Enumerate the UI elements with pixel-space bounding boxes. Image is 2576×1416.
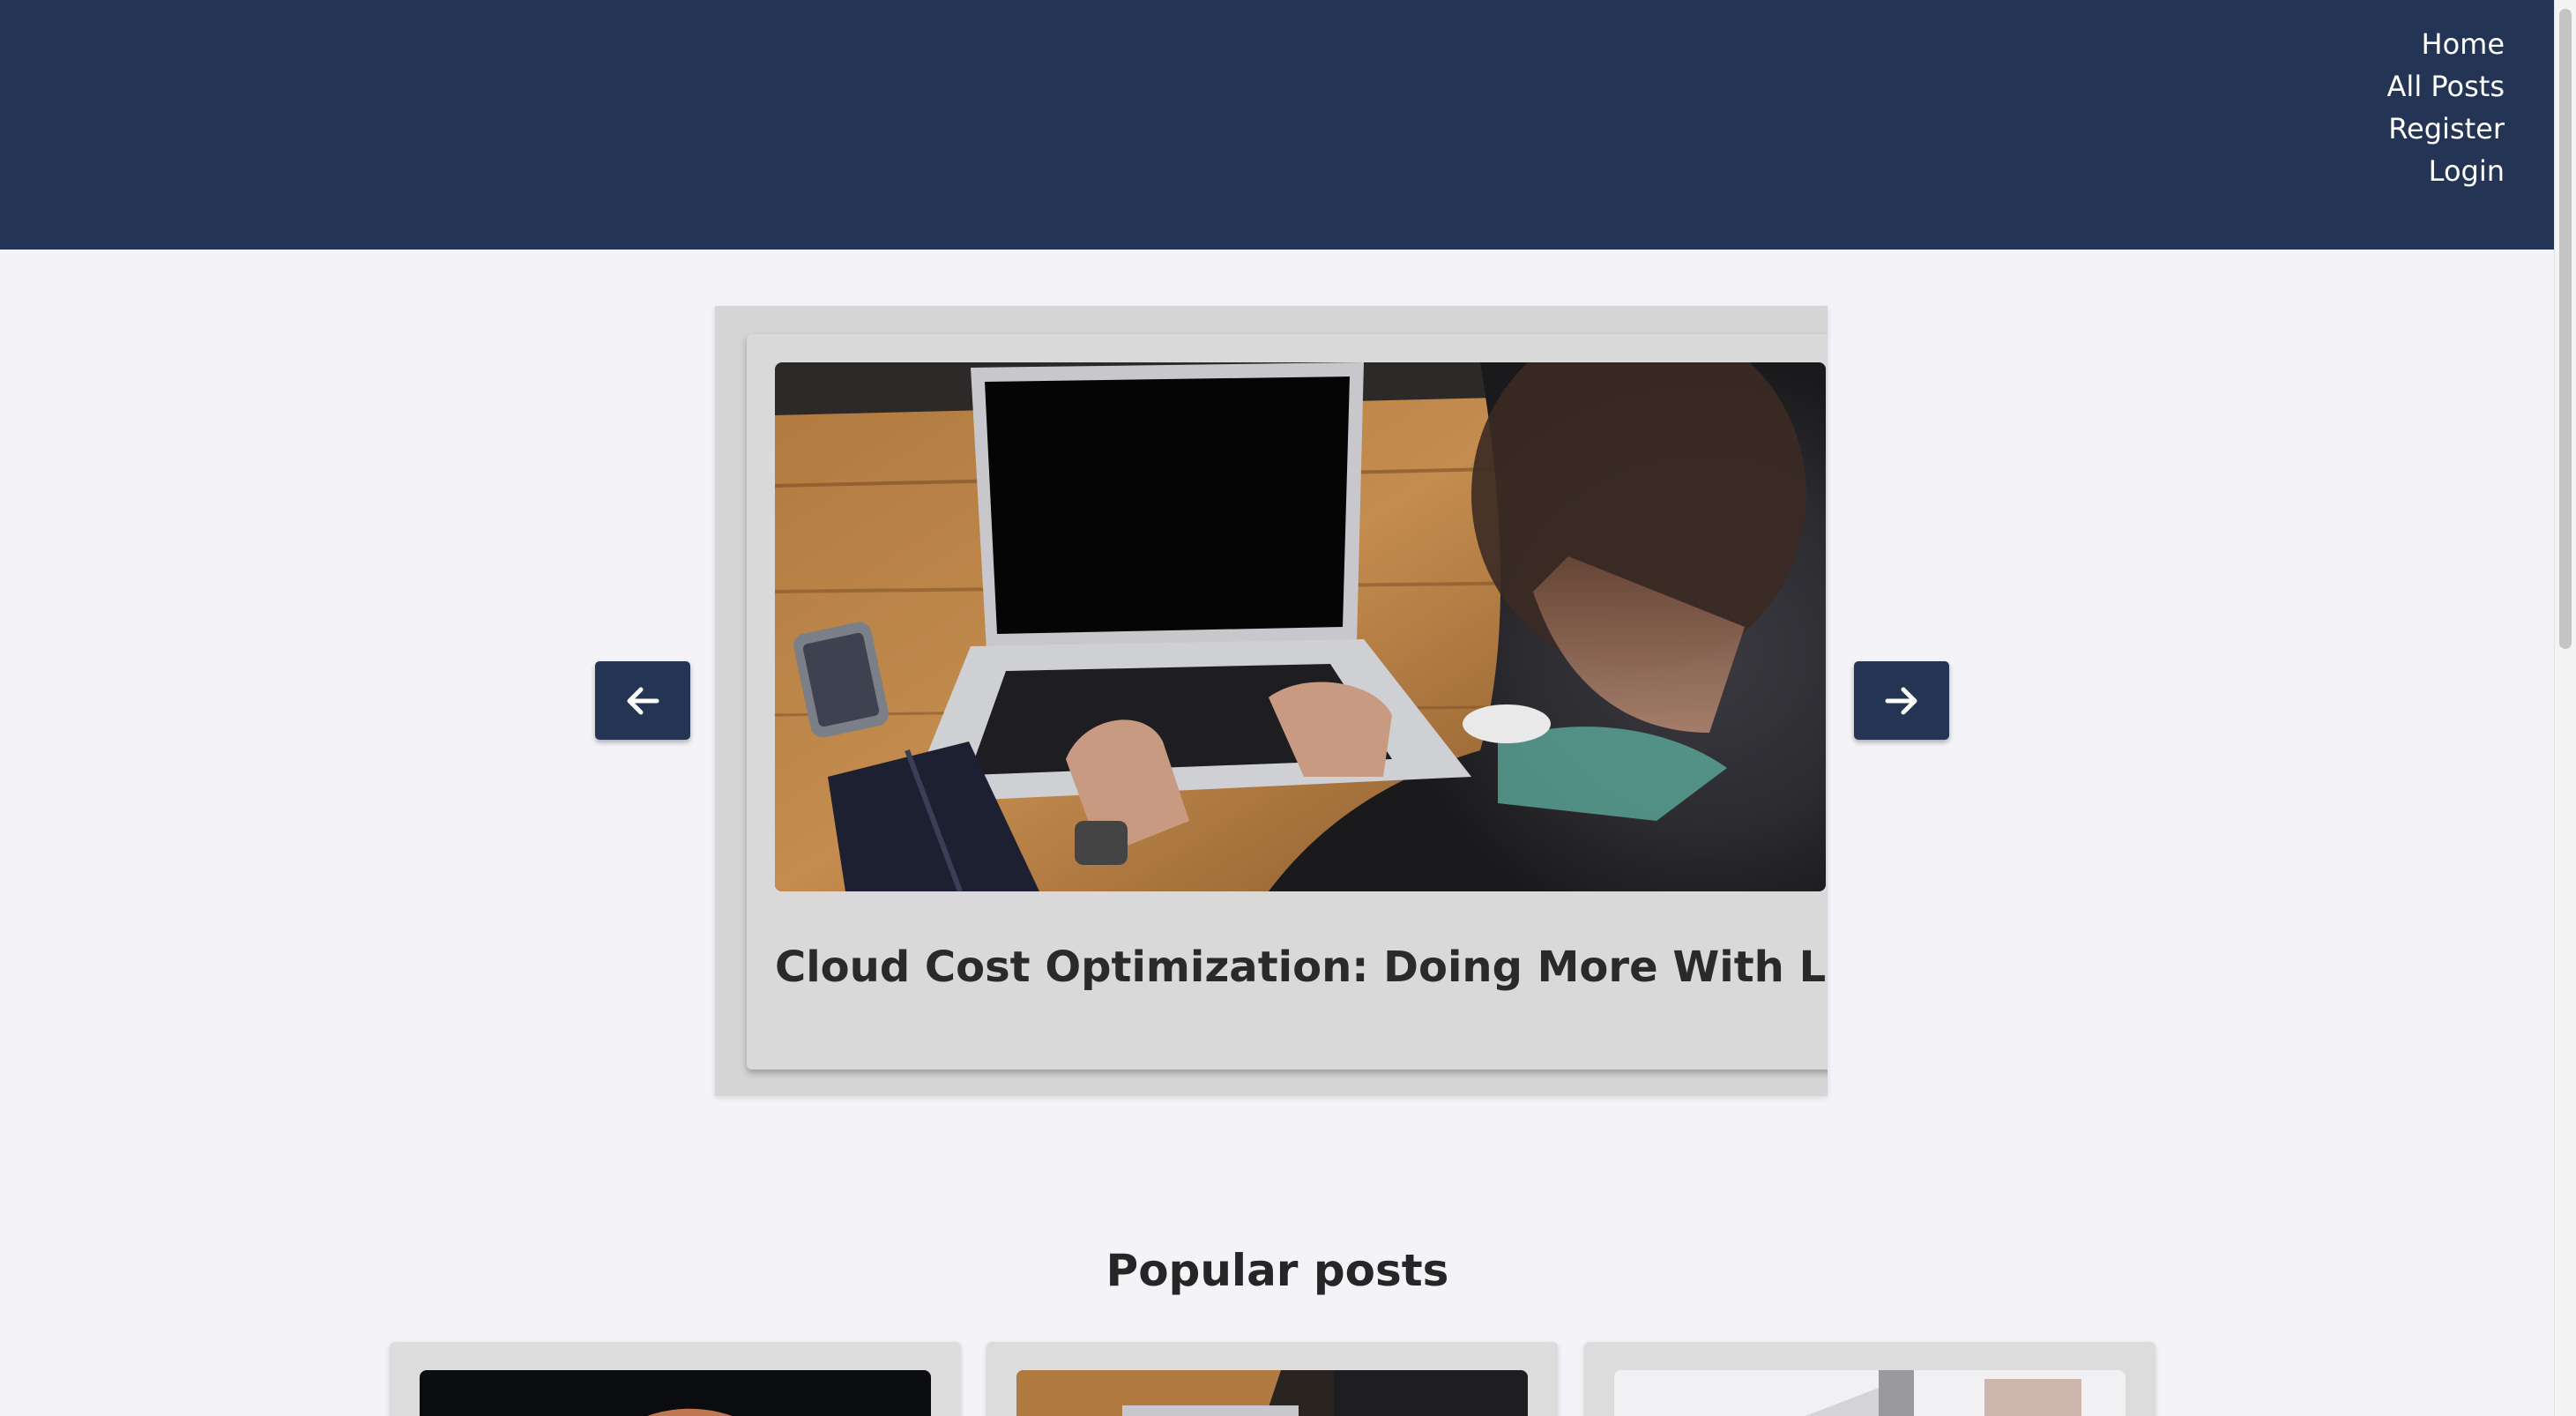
vertical-scrollbar[interactable] xyxy=(2554,0,2576,1416)
nav-link-login[interactable]: Login xyxy=(2429,150,2505,192)
nav-link-register[interactable]: Register xyxy=(2388,108,2505,150)
popular-post-card[interactable] xyxy=(986,1342,1558,1416)
popular-post-card[interactable] xyxy=(390,1342,961,1416)
post-thumbnail[interactable] xyxy=(1614,1370,2126,1416)
site-header: Home All Posts Register Login xyxy=(0,0,2555,250)
scrollbar-thumb[interactable] xyxy=(2559,9,2572,649)
main-nav: Home All Posts Register Login xyxy=(2387,23,2505,192)
arrow-right-icon xyxy=(1885,687,1917,714)
featured-carousel: Cloud Cost Optimization: Doing More With… xyxy=(715,306,1828,1096)
arrow-left-icon xyxy=(627,687,659,714)
nav-link-home[interactable]: Home xyxy=(2422,23,2505,65)
nav-link-all-posts[interactable]: All Posts xyxy=(2387,65,2505,108)
slide-title[interactable]: Cloud Cost Optimization: Doing More With… xyxy=(775,943,1828,992)
carousel-next-button[interactable] xyxy=(1854,661,1949,740)
slide-image[interactable] xyxy=(775,362,1826,891)
popular-post-card[interactable] xyxy=(1584,1342,2155,1416)
laptop-photo-illustration xyxy=(775,362,1826,891)
carousel-slide[interactable]: Cloud Cost Optimization: Doing More With… xyxy=(747,334,1828,1069)
page: Home All Posts Register Login Cloud Cost… xyxy=(0,0,2576,1416)
post-thumbnail[interactable] xyxy=(420,1370,931,1416)
carousel-prev-button[interactable] xyxy=(595,661,690,740)
popular-posts-heading: Popular posts xyxy=(1106,1245,1449,1296)
post-thumbnail[interactable] xyxy=(1016,1370,1528,1416)
